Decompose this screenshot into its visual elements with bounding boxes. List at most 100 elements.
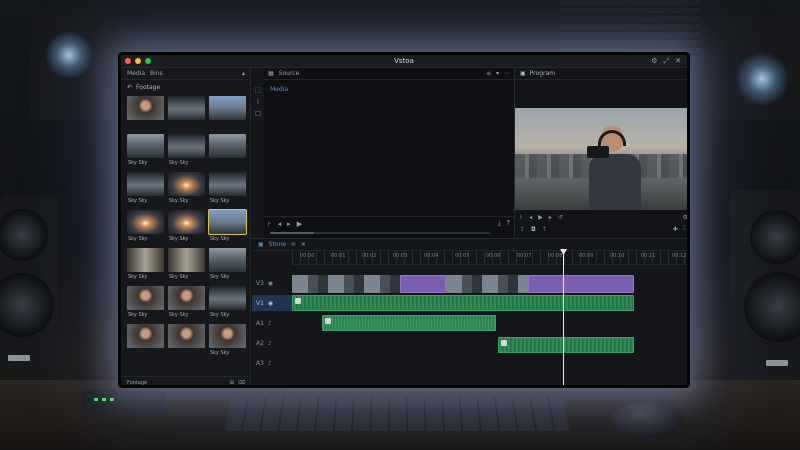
track-header-a2[interactable]: A2 ♪ <box>252 335 292 351</box>
gear-icon[interactable]: ⚙ <box>651 57 657 66</box>
mouse <box>612 402 684 438</box>
export-icon[interactable]: ⇪ <box>520 226 525 233</box>
media-thumbnail[interactable] <box>127 210 164 234</box>
camera-icon[interactable]: ◘ <box>531 226 536 233</box>
media-thumbnail[interactable] <box>168 286 205 310</box>
ruler-tick-label: 00:01 <box>331 253 346 259</box>
settings-icon[interactable]: ⚙ <box>683 214 687 221</box>
media-thumbnail[interactable] <box>168 324 205 348</box>
delete-icon[interactable]: ⌫ <box>238 380 245 386</box>
play-icon[interactable]: ▶ <box>297 220 302 228</box>
eye-icon[interactable]: ◉ <box>268 300 273 307</box>
expand-icon[interactable]: ⤢ <box>664 57 670 66</box>
add-icon[interactable]: ✚ <box>673 226 678 233</box>
ruler-tick-label: 00:09 <box>579 253 594 259</box>
sequence-tab[interactable]: Stone <box>269 241 286 248</box>
video-clip[interactable] <box>446 275 528 293</box>
audio-clip[interactable] <box>498 337 634 353</box>
media-thumbnail[interactable] <box>127 286 164 310</box>
media-thumbnail-label: Sky Sky <box>210 274 230 280</box>
track-header-a3[interactable]: A3 ♪ <box>252 355 292 371</box>
timeline-playhead[interactable] <box>563 249 564 385</box>
video-clip[interactable] <box>292 275 400 293</box>
source-viewer-header: ▦ Source ≡ ▾ ⋯ <box>264 68 514 80</box>
media-thumbnail[interactable] <box>127 134 164 158</box>
media-thumbnail[interactable] <box>127 172 164 196</box>
audio-clip[interactable] <box>322 315 496 331</box>
program-viewer-tab[interactable]: Program <box>530 70 555 77</box>
media-thumbnail[interactable] <box>209 172 246 196</box>
step-forward-icon[interactable]: ▸ <box>287 220 291 228</box>
right-monitor-speaker <box>712 15 800 120</box>
eye-icon[interactable]: ◉ <box>268 280 273 287</box>
media-thumbnail[interactable] <box>168 96 205 120</box>
media-thumbnail[interactable] <box>127 324 164 348</box>
media-thumbnail-label: Sky Sky <box>169 198 189 204</box>
lift-icon[interactable]: ⇡ <box>542 226 547 233</box>
media-footer-label: Footage <box>127 379 148 386</box>
media-thumbnail[interactable] <box>168 134 205 158</box>
video-clip-adjustment[interactable] <box>400 275 446 293</box>
chevron-up-icon[interactable]: ▴ <box>242 70 245 77</box>
media-thumbnail[interactable] <box>127 96 164 120</box>
mark-in-icon[interactable]: ⊦ <box>520 214 523 221</box>
tweeter <box>44 30 94 80</box>
overwrite-icon[interactable]: ⤒ <box>507 219 510 228</box>
play-icon[interactable]: ▶ <box>538 214 543 221</box>
media-thumbnail[interactable] <box>208 209 247 235</box>
speaker-icon[interactable]: ♪ <box>268 360 272 367</box>
media-tab[interactable]: Media <box>127 70 145 77</box>
source-scrub-bar[interactable] <box>270 232 490 234</box>
source-viewer-tab[interactable]: Source <box>279 70 300 77</box>
track-label: A1 <box>256 319 264 327</box>
media-thumbnail-label: Sky Sky <box>210 312 230 318</box>
media-thumbnail[interactable] <box>127 248 164 272</box>
media-thumbnail[interactable] <box>209 286 246 310</box>
track-label: V3 <box>256 279 264 287</box>
mark-in-icon[interactable]: ⊦ <box>268 220 272 228</box>
source-transport-controls: ⊦ ◂ ▸ ▶ ⤓ ⤒ <box>264 216 514 238</box>
new-bin-icon[interactable]: ⊞ <box>230 380 234 386</box>
hand-tool-icon[interactable]: ☐ <box>255 110 261 118</box>
audio-clip[interactable] <box>292 295 634 311</box>
media-thumbnail[interactable] <box>209 324 246 348</box>
speaker-icon[interactable]: ♪ <box>268 320 272 327</box>
video-clip-adjustment[interactable] <box>528 275 634 293</box>
back-arrow-icon[interactable]: ↶ <box>127 84 132 91</box>
snap-icon[interactable]: ≎ <box>291 241 296 248</box>
more-icon[interactable]: ⋯ <box>504 70 510 77</box>
timeline-panel: ▣ Stone ≎ ✕ 00:00 00:01 00:02 00:03 00:04 00:… <box>252 238 687 385</box>
timeline-ruler[interactable]: 00:00 00:01 00:02 00:03 00:04 00:05 00:06 00:07… <box>292 251 687 265</box>
keyboard <box>224 397 570 432</box>
media-thumbnail[interactable] <box>209 248 246 272</box>
audio-icon[interactable]: ≡ <box>486 70 491 77</box>
step-forward-icon[interactable]: ▸ <box>549 214 552 221</box>
fullscreen-icon[interactable]: ⛶ <box>684 225 687 233</box>
step-back-icon[interactable]: ◂ <box>278 220 282 228</box>
ruler-tick-label: 00:11 <box>641 253 656 259</box>
media-thumbnail[interactable] <box>168 210 205 234</box>
track-header-a1[interactable]: A1 ♪ <box>252 315 292 331</box>
media-thumbnail[interactable] <box>168 172 205 196</box>
ruler-tick-label: 00:02 <box>362 253 377 259</box>
tweeter <box>734 51 790 107</box>
ruler-tick-label: 00:12 <box>672 253 687 259</box>
bins-tab[interactable]: Bins <box>150 70 163 77</box>
program-video-frame[interactable] <box>515 108 687 210</box>
media-thumbnail[interactable] <box>209 96 246 120</box>
media-thumbnail[interactable] <box>168 248 205 272</box>
razor-tool-icon[interactable]: ⌇ <box>256 98 259 106</box>
step-back-icon[interactable]: ◂ <box>529 214 532 221</box>
track-header-v3[interactable]: V3 ◉ <box>252 275 292 291</box>
media-thumbnail[interactable] <box>209 134 246 158</box>
speaker-icon[interactable]: ♪ <box>268 340 272 347</box>
track-header-v1[interactable]: V1 ◉ <box>252 295 292 311</box>
close-icon[interactable]: ✕ <box>301 241 306 248</box>
filter-icon[interactable]: ▾ <box>496 70 499 77</box>
loop-icon[interactable]: ↺ <box>558 214 563 221</box>
media-thumbnail-label: Sky Sky <box>169 312 189 318</box>
selection-tool-icon[interactable]: ⬚ <box>255 86 262 94</box>
track-label: A3 <box>256 359 264 367</box>
close-icon[interactable]: ✕ <box>675 57 681 66</box>
insert-icon[interactable]: ⤓ <box>498 219 501 228</box>
